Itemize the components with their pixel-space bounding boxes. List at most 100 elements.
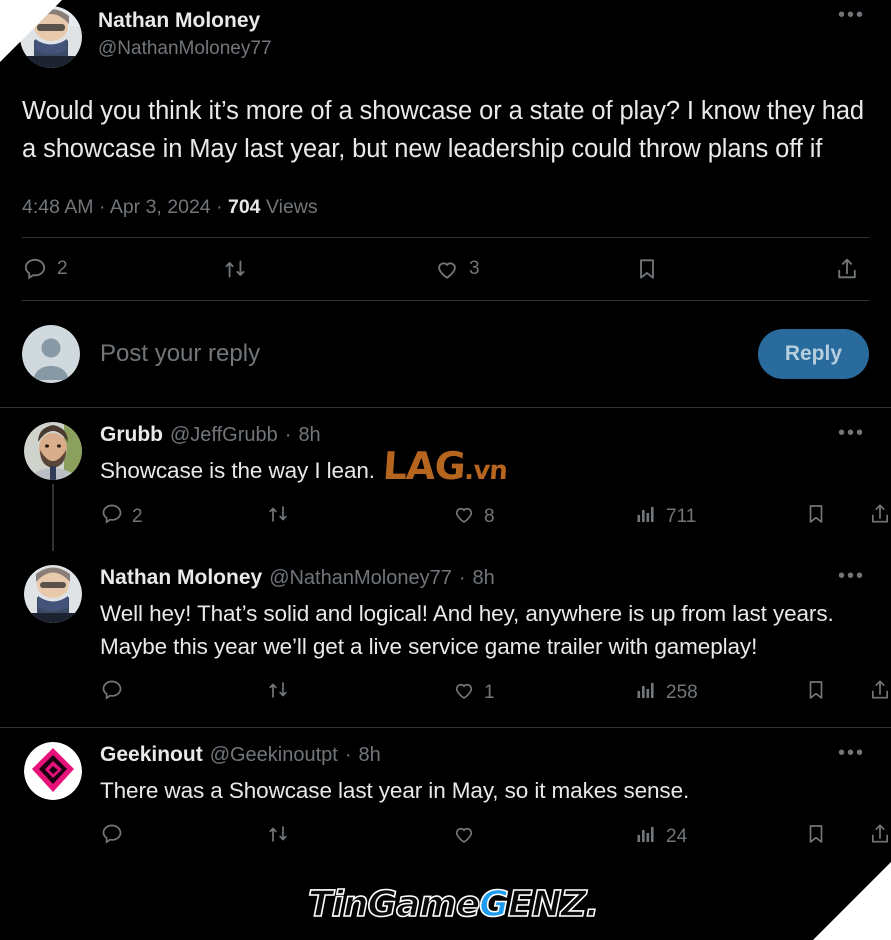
reply-author-name[interactable]: Nathan Moloney (100, 565, 262, 591)
retweet-icon (266, 678, 290, 708)
meta-sep-2: · (216, 196, 223, 218)
main-tweet-action-bar: 2 3 (22, 238, 869, 300)
reply-more-icon[interactable]: ••• (838, 423, 865, 443)
reply-header: Nathan Moloney @NathanMoloney77 · 8h (100, 565, 891, 591)
reply-author-name[interactable]: Grubb (100, 422, 163, 448)
bookmark-icon[interactable] (804, 678, 828, 708)
like-action[interactable] (452, 822, 634, 852)
main-tweet-more-icon[interactable]: ••• (838, 5, 865, 25)
avatar-nathan-moloney[interactable] (24, 565, 82, 623)
like-action[interactable]: 8 (452, 502, 634, 532)
reply-author-handle[interactable]: @JeffGrubb (170, 422, 278, 448)
like-count: 8 (484, 506, 495, 527)
share-icon (834, 256, 860, 282)
main-tweet-divider-bottom (22, 300, 869, 301)
avatar-geekinout[interactable] (24, 742, 82, 800)
analytics-bar-chart-icon (634, 678, 658, 708)
reply-count: 2 (132, 506, 143, 527)
heart-icon (452, 678, 476, 708)
view-count: 711 (666, 506, 697, 527)
retweet-icon (266, 822, 290, 852)
reply-author-handle[interactable]: @Geekinoutpt (210, 742, 338, 768)
reply-age[interactable]: 8h (298, 422, 320, 448)
main-tweet: Nathan Moloney @NathanMoloney77 ••• Woul… (0, 0, 891, 301)
reply-separator: · (284, 424, 292, 446)
reply-icon (100, 822, 124, 852)
reply-age[interactable]: 8h (359, 742, 381, 768)
main-tweet-meta: 4:48 AM · Apr 3, 2024 · 704 Views (22, 196, 869, 219)
reply-action[interactable]: 2 (100, 502, 266, 532)
reply-text: Showcase is the way I lean. (100, 458, 375, 483)
reply-icon (100, 502, 124, 532)
bookmark-icon (634, 256, 660, 282)
avatar-nathan-moloney[interactable] (20, 6, 82, 68)
reply-action[interactable] (100, 678, 266, 708)
thread-connector-line (52, 484, 54, 551)
share-icon[interactable] (868, 678, 891, 708)
main-tweet-author-handle[interactable]: @NathanMoloney77 (98, 36, 272, 62)
reply-action[interactable] (100, 822, 266, 852)
reply-icon (22, 256, 48, 282)
share-icon[interactable] (868, 822, 891, 852)
share-icon[interactable] (868, 502, 891, 532)
view-count: 24 (666, 826, 688, 847)
share-action[interactable] (834, 256, 869, 282)
reply-input-placeholder[interactable]: Post your reply (100, 340, 758, 368)
watermark-tgz-part2: G (479, 883, 510, 926)
reply-header: Grubb @JeffGrubb · 8h (100, 422, 891, 448)
watermark-tingamegenz: TinGameGENZ. (307, 883, 600, 926)
reply-age[interactable]: 8h (473, 565, 495, 591)
reply-composer[interactable]: Post your reply Reply (0, 301, 891, 407)
avatar-grubb[interactable] (24, 422, 82, 480)
reply-text: Well hey! That’s solid and logical! And … (100, 601, 834, 659)
like-action[interactable]: 3 (434, 256, 634, 282)
avatar-image (24, 422, 82, 480)
view-count: 258 (666, 682, 698, 703)
main-tweet-body: Would you think it’s more of a showcase … (22, 97, 865, 163)
reply-separator: · (458, 567, 466, 589)
reply-avatar-column (22, 565, 84, 727)
retweet-action[interactable] (222, 256, 434, 282)
reply-author-handle[interactable]: @NathanMoloney77 (269, 565, 452, 591)
reply-icon (100, 678, 124, 708)
heart-icon (452, 822, 476, 852)
reply-author-name[interactable]: Geekinout (100, 742, 203, 768)
reply-text: There was a Showcase last year in May, s… (100, 778, 690, 803)
analytics-bar-chart-icon (634, 822, 658, 852)
avatar-image (24, 742, 82, 800)
views-action[interactable]: 711 (634, 502, 804, 532)
reply-action[interactable]: 2 (22, 256, 222, 282)
reply-item-geekinout: Geekinout @Geekinoutpt · 8h There was a … (0, 728, 891, 871)
heart-icon (452, 502, 476, 532)
retweet-action[interactable] (266, 678, 452, 708)
retweet-action[interactable] (266, 822, 452, 852)
reply-count: 2 (57, 258, 68, 279)
reply-more-icon[interactable]: ••• (838, 743, 865, 763)
retweet-icon (266, 502, 290, 532)
avatar-image (20, 6, 82, 68)
reply-action-bar: 2 8 711 (100, 489, 891, 545)
retweet-action[interactable] (266, 502, 452, 532)
main-tweet-header: Nathan Moloney @NathanMoloney77 ••• (20, 0, 869, 68)
reply-action-bar: 24 (100, 809, 891, 865)
views-action[interactable]: 258 (634, 678, 804, 708)
reply-content-nathan: Nathan Moloney @NathanMoloney77 · 8h Wel… (100, 565, 891, 727)
bookmark-action[interactable] (634, 256, 834, 282)
like-count: 1 (484, 682, 495, 703)
views-action[interactable]: 24 (634, 822, 804, 852)
main-tweet-time: 4:48 AM (22, 196, 94, 218)
reply-submit-button[interactable]: Reply (757, 329, 869, 379)
composer-avatar (22, 325, 80, 383)
reply-separator: · (344, 744, 352, 766)
reply-content-grubb: Grubb @JeffGrubb · 8h Showcase is the wa… (100, 422, 891, 551)
analytics-bar-chart-icon (634, 502, 658, 532)
like-count: 3 (469, 258, 480, 279)
reply-more-icon[interactable]: ••• (838, 566, 865, 586)
watermark-tgz-part1: TinGame (307, 883, 481, 926)
reply-action-bar: 1 258 (100, 665, 891, 721)
like-action[interactable]: 1 (452, 678, 634, 708)
reply-content-geekinout: Geekinout @Geekinoutpt · 8h There was a … (100, 742, 891, 871)
bookmark-icon[interactable] (804, 502, 828, 532)
bookmark-icon[interactable] (804, 822, 828, 852)
main-tweet-author-name[interactable]: Nathan Moloney (98, 8, 272, 34)
